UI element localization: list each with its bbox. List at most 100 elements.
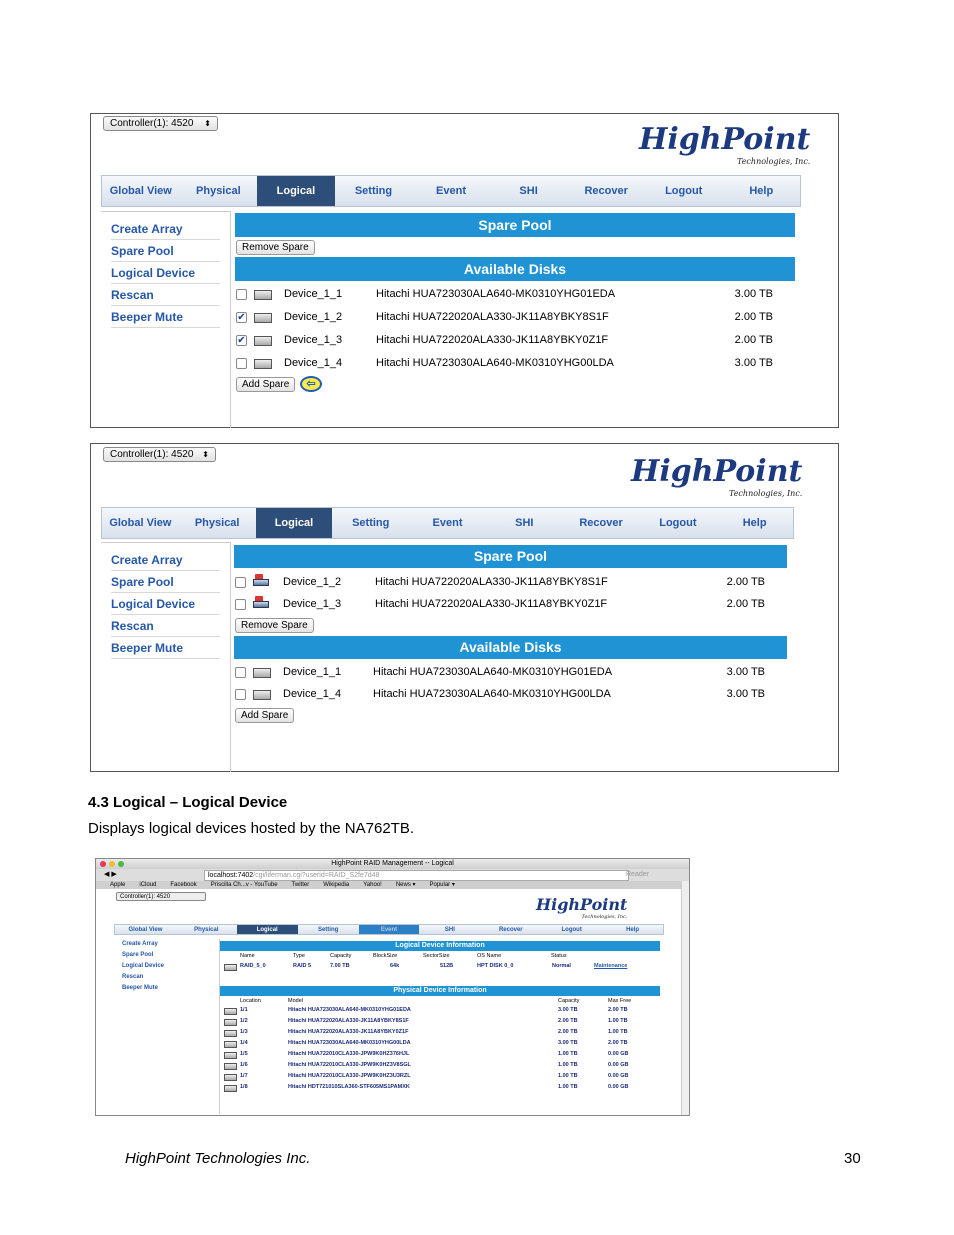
disk-row[interactable]: Device_1_1 Hitachi HUA723030ALA640-MK0310… bbox=[236, 286, 773, 302]
tab-event[interactable]: Event bbox=[409, 508, 486, 538]
bookmark-popular[interactable]: Popular ▾ bbox=[430, 882, 455, 888]
ld-cell: HPT DISK 0_0 bbox=[477, 963, 514, 969]
disk-checkbox[interactable] bbox=[235, 599, 246, 610]
physical-device-row[interactable]: 1/8 Hitachi HDT721010SLA360-STF605MS1PAMX… bbox=[220, 1082, 660, 1093]
tab-physical[interactable]: Physical bbox=[176, 925, 237, 934]
bookmark-news[interactable]: News ▾ bbox=[396, 882, 416, 888]
sidebar-item-rescan[interactable]: Rescan bbox=[111, 615, 220, 637]
tab-setting[interactable]: Setting bbox=[332, 508, 409, 538]
ld-cell: Normal bbox=[552, 963, 571, 969]
disk-checkbox[interactable] bbox=[235, 667, 246, 678]
pd-cell: 1/1 bbox=[240, 1007, 248, 1013]
tab-shi[interactable]: SHI bbox=[490, 176, 568, 206]
disk-row[interactable]: Device_1_4 Hitachi HUA723030ALA640-MK0310… bbox=[236, 355, 773, 371]
tab-logout[interactable]: Logout bbox=[541, 925, 602, 934]
tab-logical[interactable]: Logical bbox=[257, 176, 335, 206]
tab-physical[interactable]: Physical bbox=[179, 508, 256, 538]
reader-button[interactable]: Reader bbox=[626, 869, 649, 881]
physical-device-row[interactable]: 1/7 Hitachi HUA722010CLA330-JPW9K0HZ3U3RZ… bbox=[220, 1071, 660, 1082]
col-max-free: Max Free bbox=[608, 998, 632, 1004]
disk-checkbox[interactable] bbox=[235, 689, 246, 700]
sidebar-item-beeper-mute[interactable]: Beeper Mute bbox=[111, 637, 220, 659]
tab-setting[interactable]: Setting bbox=[335, 176, 413, 206]
tab-logical[interactable]: Logical bbox=[236, 925, 298, 934]
sidebar-item-spare-pool[interactable]: Spare Pool bbox=[111, 240, 220, 262]
add-spare-button[interactable]: Add Spare bbox=[235, 708, 295, 723]
bookmark-twitter[interactable]: Twitter bbox=[292, 882, 310, 888]
tab-recover[interactable]: Recover bbox=[567, 176, 645, 206]
scrollbar[interactable] bbox=[681, 881, 689, 1115]
controller-select[interactable]: Controller(1): 4520 bbox=[116, 892, 206, 901]
bookmark-apple[interactable]: Apple bbox=[110, 882, 125, 888]
hard-disk-icon bbox=[253, 668, 271, 678]
disk-checkbox[interactable]: ✔ bbox=[236, 335, 247, 346]
tab-event[interactable]: Event bbox=[358, 925, 420, 934]
physical-device-row[interactable]: 1/3 Hitachi HUA722020ALA330-JK11A8YBKY0Z1… bbox=[220, 1027, 660, 1038]
tab-global-view[interactable]: Global View bbox=[102, 176, 180, 206]
disk-row[interactable]: ✔ Device_1_2 Hitachi HUA722020ALA330-JK11A… bbox=[236, 309, 773, 325]
tab-physical[interactable]: Physical bbox=[180, 176, 258, 206]
tab-recover[interactable]: Recover bbox=[480, 925, 541, 934]
sidebar-item-spare-pool[interactable]: Spare Pool bbox=[122, 950, 219, 961]
disk-model: Hitachi HUA723030ALA640-MK0310YHG01EDA bbox=[376, 288, 616, 300]
sidebar-item-logical-device[interactable]: Logical Device bbox=[111, 262, 220, 284]
tab-logical[interactable]: Logical bbox=[255, 508, 333, 538]
tab-event[interactable]: Event bbox=[412, 176, 490, 206]
sidebar-item-create-array[interactable]: Create Array bbox=[111, 218, 220, 240]
tab-help[interactable]: Help bbox=[602, 925, 663, 934]
bookmark-icloud[interactable]: iCloud bbox=[139, 882, 156, 888]
bookmark-facebook[interactable]: Facebook bbox=[170, 882, 196, 888]
remove-spare-button[interactable]: Remove Spare bbox=[235, 618, 314, 633]
controller-select[interactable]: Controller(1): 4520 ⬍ bbox=[103, 447, 216, 462]
pd-cell: 1.00 TB bbox=[558, 1084, 578, 1090]
physical-device-row[interactable]: 1/6 Hitachi HUA722010CLA330-JPW9K0HZ3V8SG… bbox=[220, 1060, 660, 1071]
tab-recover[interactable]: Recover bbox=[563, 508, 640, 538]
sidebar-item-logical-device[interactable]: Logical Device bbox=[111, 593, 220, 615]
maintenance-link[interactable]: Maintenance bbox=[594, 961, 627, 972]
disk-row[interactable]: Device_1_4 Hitachi HUA723030ALA640-MK0310… bbox=[235, 686, 765, 702]
physical-device-row[interactable]: 1/5 Hitachi HUA722010CLA330-JPW9K0HZ376HJ… bbox=[220, 1049, 660, 1060]
remove-spare-button[interactable]: Remove Spare bbox=[236, 240, 315, 255]
disk-checkbox[interactable] bbox=[235, 577, 246, 588]
tab-global-view[interactable]: Global View bbox=[102, 508, 179, 538]
tab-shi[interactable]: SHI bbox=[486, 508, 563, 538]
tab-global-view[interactable]: Global View bbox=[115, 925, 176, 934]
disk-model: Hitachi HUA722020ALA330-JK11A8YBKY8S1F bbox=[376, 311, 609, 323]
bookmark-priscilla-ch-v-youtube[interactable]: Priscilla Ch...v - YouTube bbox=[211, 882, 278, 888]
sidebar-item-create-array[interactable]: Create Array bbox=[111, 549, 220, 571]
sidebar-item-logical-device[interactable]: Logical Device bbox=[122, 961, 219, 972]
physical-device-row[interactable]: 1/4 Hitachi HUA723030ALA640-MK0310YHG00LD… bbox=[220, 1038, 660, 1049]
disk-row[interactable]: Device_1_2 Hitachi HUA722020ALA330-JK11A8… bbox=[235, 574, 765, 590]
tab-logout[interactable]: Logout bbox=[639, 508, 716, 538]
add-spare-button[interactable]: Add Spare bbox=[236, 377, 296, 392]
tab-shi[interactable]: SHI bbox=[419, 925, 480, 934]
sidebar-item-beeper-mute[interactable]: Beeper Mute bbox=[111, 306, 220, 328]
bookmark-wikipedia[interactable]: Wikipedia bbox=[323, 882, 349, 888]
nav-back-forward-icon[interactable]: ◀ ▶ bbox=[104, 869, 117, 881]
disk-row[interactable]: Device_1_3 Hitachi HUA722020ALA330-JK11A8… bbox=[235, 596, 765, 612]
physical-device-row[interactable]: 1/2 Hitachi HUA722020ALA330-JK11A8YBKY8S1… bbox=[220, 1016, 660, 1027]
sidebar-item-rescan[interactable]: Rescan bbox=[122, 972, 219, 983]
spare-pool-header: Spare Pool bbox=[235, 213, 795, 237]
bookmark-yahoo[interactable]: Yahoo! bbox=[363, 882, 382, 888]
tab-setting[interactable]: Setting bbox=[298, 925, 359, 934]
disk-checkbox[interactable] bbox=[236, 289, 247, 300]
sidebar-item-create-array[interactable]: Create Array bbox=[122, 939, 219, 950]
spare-pool-screenshot-before: Controller(1): 4520 ⬍ HighPoint Technolog… bbox=[90, 113, 839, 428]
logical-device-row[interactable]: RAID_5_0 RAID 5 7.00 TB 64k 512B HPT DISK 0_0… bbox=[220, 961, 660, 972]
sidebar-item-spare-pool[interactable]: Spare Pool bbox=[111, 571, 220, 593]
tab-help[interactable]: Help bbox=[716, 508, 793, 538]
disk-checkbox[interactable] bbox=[236, 358, 247, 369]
tab-logout[interactable]: Logout bbox=[645, 176, 723, 206]
address-bar[interactable]: localhost:7402/cgi/liferman.cgi?userid=R… bbox=[204, 870, 629, 881]
controller-select[interactable]: Controller(1): 4520 ⬍ bbox=[103, 116, 218, 131]
col-blocksize: BlockSize bbox=[373, 953, 398, 959]
pd-cell: Hitachi HUA722010CLA330-JPW9K0HZ3U3RZL bbox=[288, 1073, 411, 1079]
physical-device-row[interactable]: 1/1 Hitachi HUA723030ALA640-MK0310YHG01ED… bbox=[220, 1005, 660, 1016]
sidebar-item-rescan[interactable]: Rescan bbox=[111, 284, 220, 306]
disk-row[interactable]: ✔ Device_1_3 Hitachi HUA722020ALA330-JK11A… bbox=[236, 332, 773, 348]
disk-row[interactable]: Device_1_1 Hitachi HUA723030ALA640-MK0310… bbox=[235, 664, 765, 680]
disk-checkbox[interactable]: ✔ bbox=[236, 312, 247, 323]
tab-help[interactable]: Help bbox=[723, 176, 801, 206]
sidebar-item-beeper-mute[interactable]: Beeper Mute bbox=[122, 983, 219, 994]
